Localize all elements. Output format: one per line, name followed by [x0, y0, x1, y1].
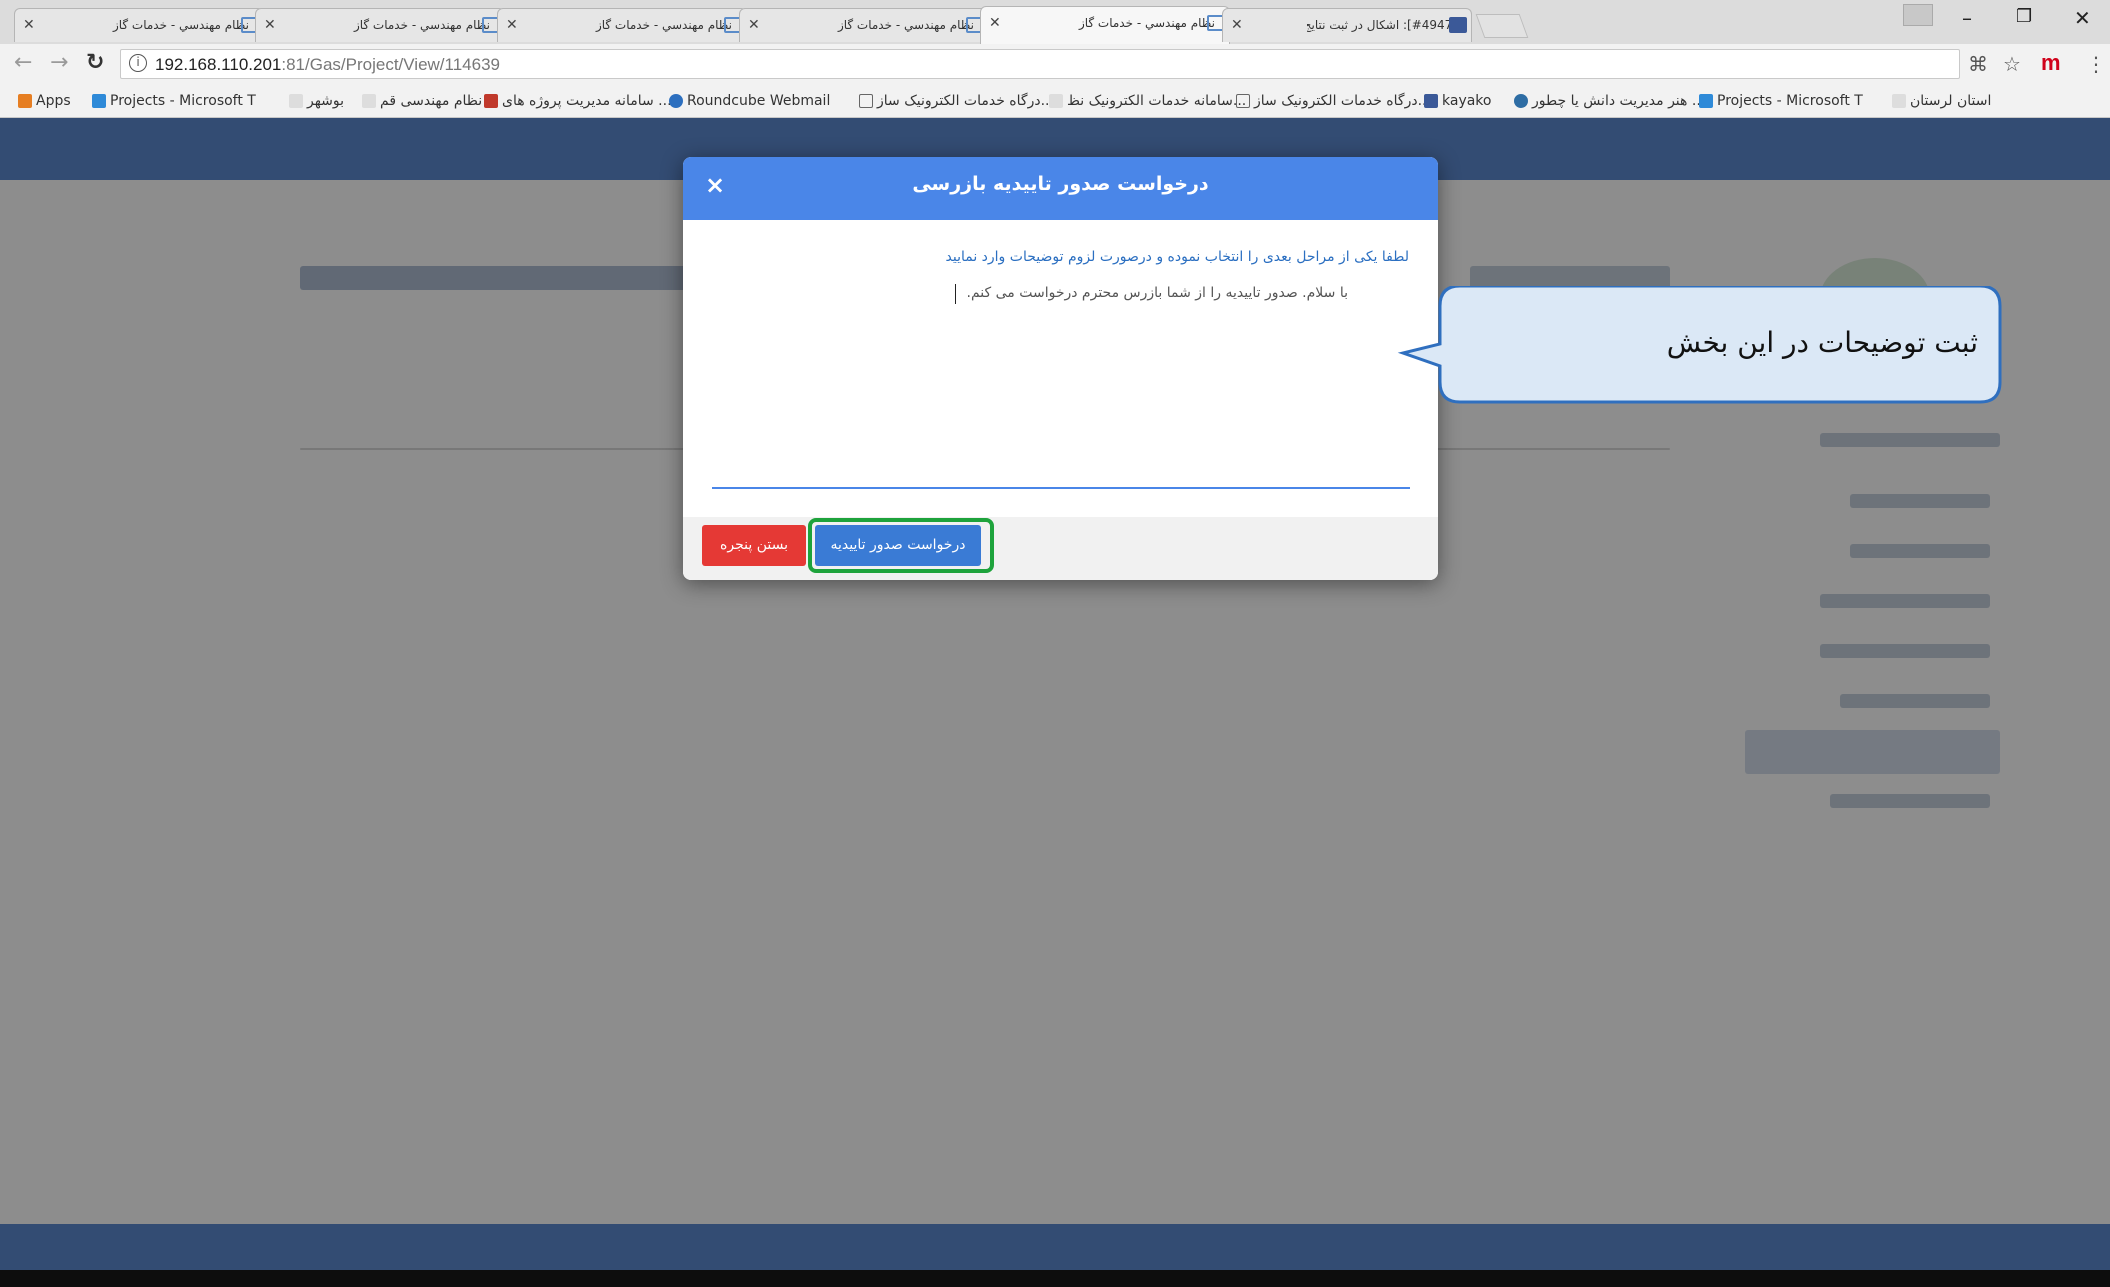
- browser-tab-active[interactable]: ✕ نظام مهندسي - خدمات گاز: [980, 6, 1230, 44]
- url-text: 192.168.110.201:81/Gas/Project/View/1146…: [155, 55, 500, 74]
- bookmark-item[interactable]: سامانه خدمات الکترونیک نظ...: [1045, 93, 1246, 109]
- tab-favicon-icon: [1449, 17, 1467, 33]
- highlight-frame: [808, 518, 994, 573]
- bookmark-item[interactable]: سامانه مدیریت پروژه های ...: [480, 93, 672, 109]
- file-icon: [859, 94, 873, 108]
- page-icon: [362, 94, 376, 108]
- bookmark-item[interactable]: درگاه خدمات الکترونیک ساز...: [1232, 93, 1431, 109]
- modal-hint-text: لطفا یکی از مراحل بعدی را انتخاب نموده و…: [945, 249, 1410, 265]
- tab-close-icon[interactable]: ✕: [748, 17, 760, 33]
- tab-title: نظام مهندسي - خدمات گاز: [1078, 16, 1215, 30]
- bookmark-apps[interactable]: Apps: [14, 93, 71, 109]
- request-approval-modal: × درخواست صدور تاییدیه بازرسی لطفا یکی ا…: [683, 157, 1438, 580]
- projects-icon: [92, 94, 106, 108]
- apps-grid-icon: [18, 94, 32, 108]
- location-pin-icon: [1514, 94, 1528, 108]
- callout-text: ثبت توضیحات در این بخش: [1666, 326, 1978, 359]
- page-icon: [1892, 94, 1906, 108]
- bookmark-star-icon[interactable]: ☆: [2003, 52, 2021, 76]
- tab-title: نظام مهندسي - خدمات گاز: [353, 18, 490, 32]
- browser-tab[interactable]: ✕ نظام مهندسي - خدمات گاز: [14, 8, 264, 42]
- os-taskbar: [0, 1270, 2110, 1287]
- reload-icon[interactable]: ↻: [86, 50, 104, 75]
- info-icon[interactable]: i: [129, 54, 147, 72]
- new-tab-button[interactable]: [1475, 14, 1529, 38]
- bookmark-red-icon: [484, 94, 498, 108]
- browser-tab[interactable]: ✕ نظام مهندسي - خدمات گاز: [497, 8, 747, 42]
- bookmark-item[interactable]: درگاه خدمات الکترونیک ساز...: [855, 93, 1054, 109]
- address-bar[interactable]: i 192.168.110.201:81/Gas/Project/View/11…: [120, 49, 1960, 79]
- bookmark-item[interactable]: kayako: [1420, 93, 1491, 109]
- browser-tab[interactable]: ✕ نظام مهندسي - خدمات گاز: [255, 8, 505, 42]
- extension-m-icon[interactable]: m: [2041, 50, 2061, 76]
- browser-tab[interactable]: ✕ نظام مهندسي - خدمات گاز: [739, 8, 989, 42]
- translate-icon[interactable]: ⌘: [1968, 52, 1988, 76]
- modal-title: درخواست صدور تاییدیه بازرسی: [912, 173, 1209, 195]
- file-icon: [1236, 94, 1250, 108]
- tab-close-icon[interactable]: ✕: [23, 17, 35, 33]
- roundcube-icon: [669, 94, 683, 108]
- tab-close-icon[interactable]: ✕: [989, 15, 1001, 31]
- kayako-icon: [1424, 94, 1438, 108]
- text-caret: [955, 284, 956, 304]
- bookmarks-bar: Apps Projects - Microsoft T بوشهر نظام م…: [0, 86, 2110, 118]
- bookmark-item[interactable]: هنر مدیریت دانش یا چطور ...: [1510, 93, 1705, 109]
- browser-toolbar: ← → ↻ i 192.168.110.201:81/Gas/Project/V…: [0, 44, 2110, 86]
- tab-close-icon[interactable]: ✕: [506, 17, 518, 33]
- back-arrow-icon[interactable]: ←: [14, 50, 32, 75]
- close-window-button[interactable]: بستن پنجره: [702, 525, 806, 566]
- browser-tab-strip: ✕ نظام مهندسي - خدمات گاز ✕ نظام مهندسي …: [0, 0, 2110, 44]
- bookmark-item[interactable]: Projects - Microsoft T: [88, 93, 256, 109]
- projects-icon: [1699, 94, 1713, 108]
- page-icon: [289, 94, 303, 108]
- bookmark-item[interactable]: بوشهر: [285, 93, 344, 109]
- forward-arrow-icon[interactable]: →: [50, 50, 68, 75]
- minimize-icon[interactable]: –: [1962, 6, 1972, 30]
- restore-icon[interactable]: ❐: [2016, 6, 2032, 27]
- browser-tab[interactable]: ✕ [#4947]: اشکال در ثبت نتایج: [1222, 8, 1472, 42]
- bookmark-item[interactable]: Projects - Microsoft T: [1695, 93, 1863, 109]
- tab-title: نظام مهندسي - خدمات گاز: [837, 18, 974, 32]
- modal-header: × درخواست صدور تاییدیه بازرسی: [683, 157, 1438, 220]
- tab-title: نظام مهندسي - خدمات گاز: [112, 18, 249, 32]
- textarea-underline: [712, 487, 1410, 489]
- bookmark-item[interactable]: Roundcube Webmail: [665, 93, 830, 109]
- menu-kebab-icon[interactable]: ⋮: [2086, 52, 2106, 76]
- tab-title: نظام مهندسي - خدمات گاز: [595, 18, 732, 32]
- tab-close-icon[interactable]: ✕: [1231, 17, 1243, 33]
- description-textarea[interactable]: با سلام. صدور تاییدیه را از شما بازرس مح…: [967, 285, 1349, 301]
- tab-title: [#4947]: اشکال در ثبت نتایج: [1307, 18, 1457, 32]
- bookmark-item[interactable]: استان لرستان: [1888, 93, 1991, 109]
- tab-close-icon[interactable]: ✕: [264, 17, 276, 33]
- profile-icon[interactable]: [1903, 4, 1933, 26]
- bookmark-item[interactable]: نظام مهندسی قم: [358, 93, 482, 109]
- page-icon: [1049, 94, 1063, 108]
- close-window-icon[interactable]: ✕: [2074, 6, 2091, 30]
